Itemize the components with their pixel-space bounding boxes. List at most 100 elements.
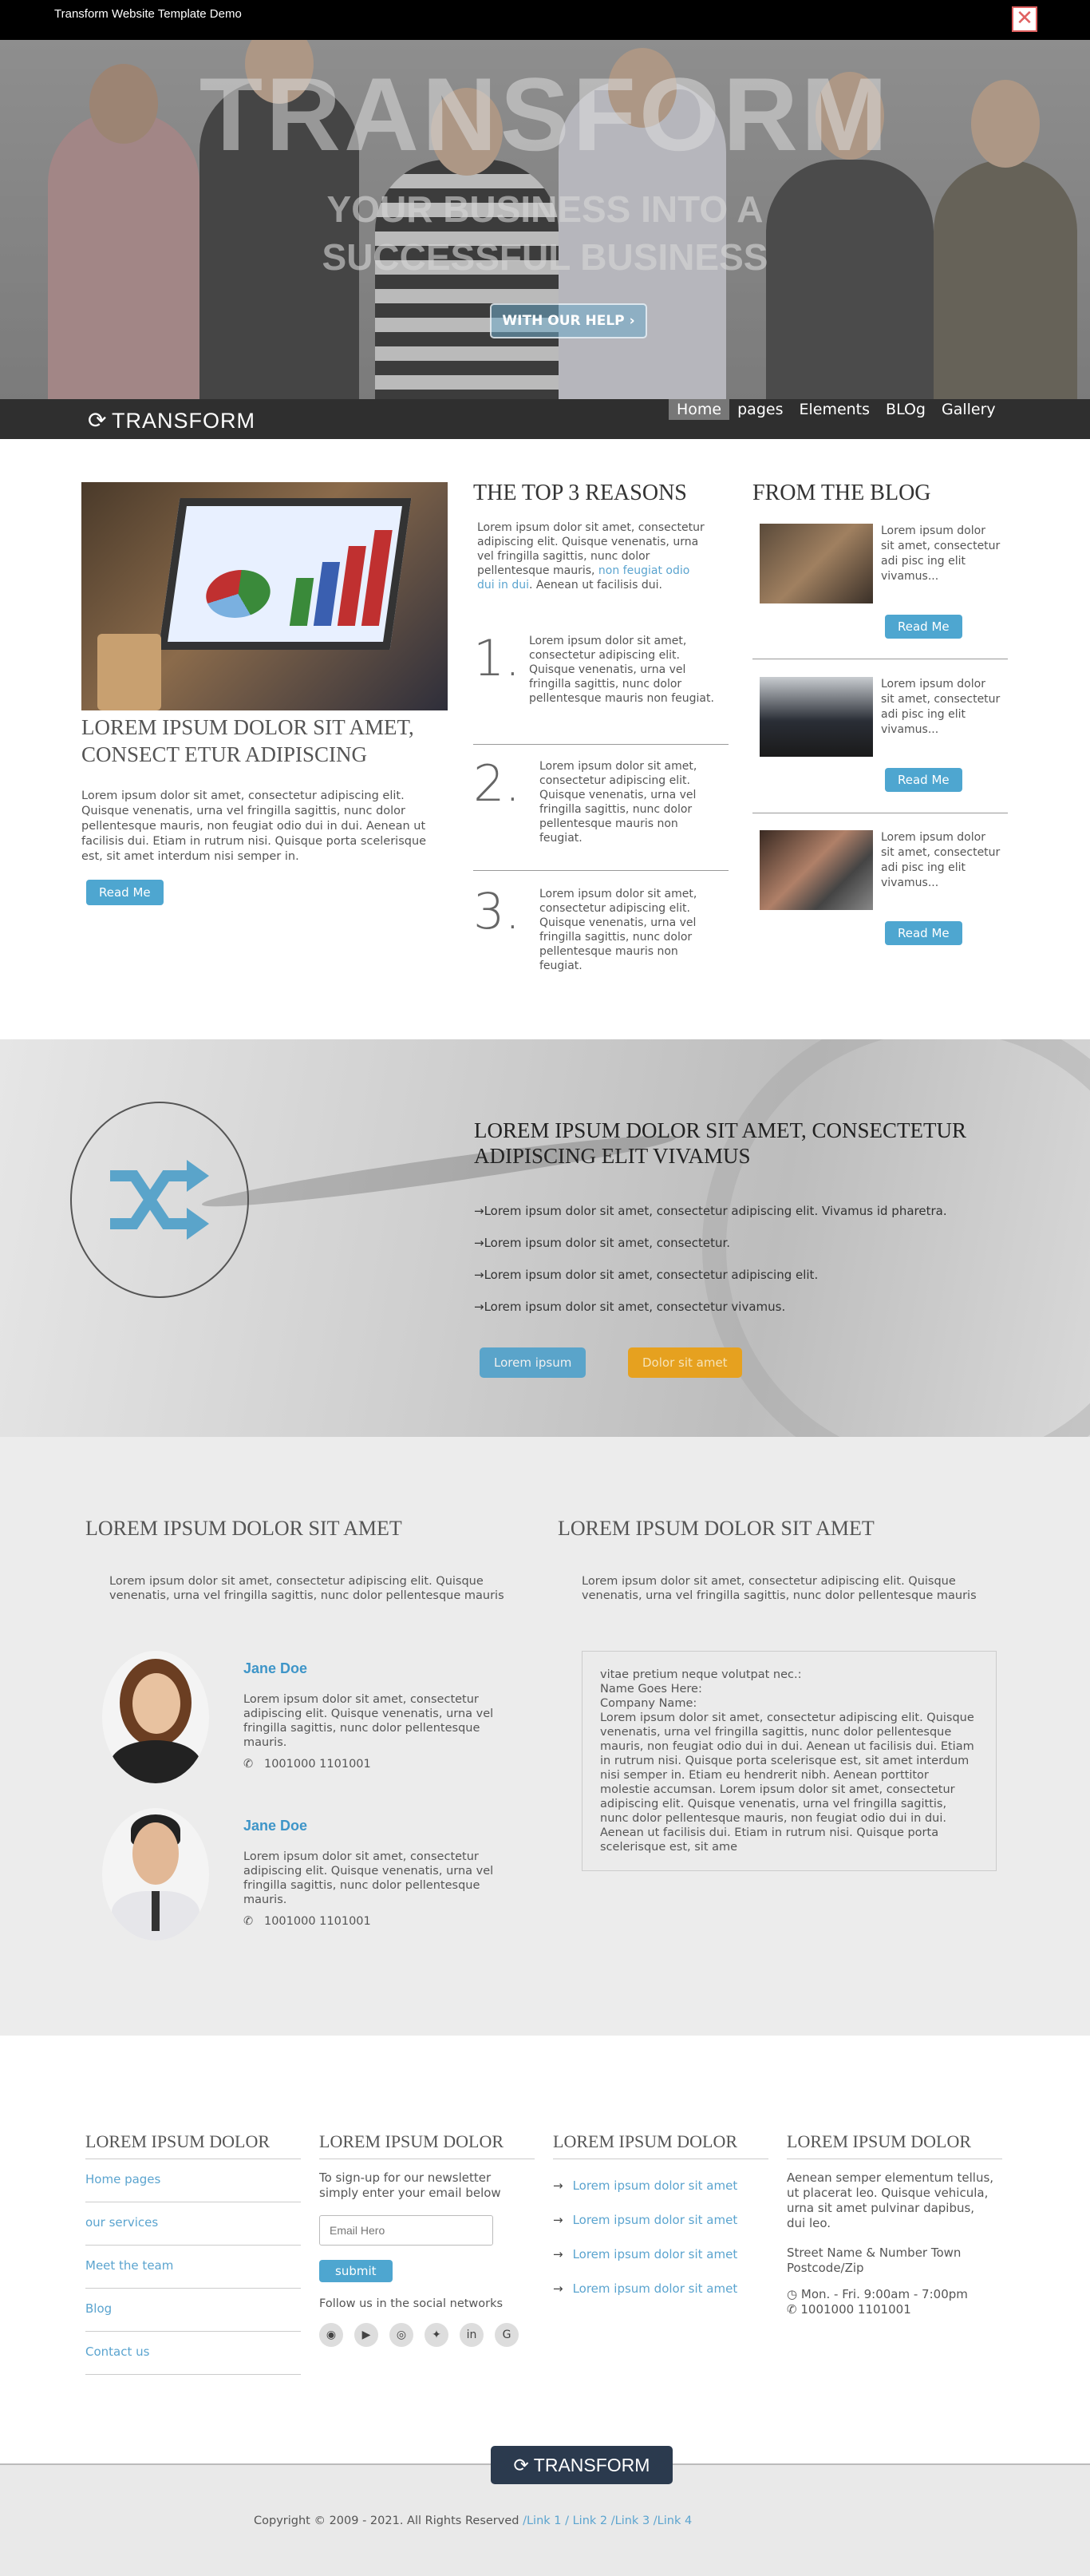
blog-post-text: Lorem ipsum dolor sit amet, consectetur … [881, 678, 1001, 736]
footer-arrow-link[interactable]: → Lorem ipsum dolor sit amet [553, 2247, 768, 2281]
banner-list: →Lorem ipsum dolor sit amet, consectetur… [474, 1204, 947, 1332]
instagram-icon[interactable]: ◎ [389, 2323, 413, 2347]
feature-image [81, 482, 448, 710]
reasons-title: THE TOP 3 REASONS [473, 481, 687, 505]
nav-item-gallery[interactable]: Gallery [934, 399, 1004, 420]
bottom-link-3[interactable]: /Link 3 [611, 2515, 650, 2527]
footer-logo[interactable]: ⟳ TRANSFORM [491, 2446, 673, 2484]
banner-list-item: →Lorem ipsum dolor sit amet, consectetur… [474, 1204, 947, 1218]
blog-thumbnail [760, 830, 873, 910]
footer-hours: ◷ Mon. - Fri. 9:00am - 7:00pm [787, 2287, 968, 2301]
feature-read-me-button[interactable]: Read Me [86, 880, 164, 905]
reason-item: 3. Lorem ipsum dolor sit amet, consectet… [473, 882, 729, 978]
bottom-link-2[interactable]: / Link 2 [565, 2515, 607, 2527]
blog-thumbnail [760, 677, 873, 757]
hero-cta-button[interactable]: WITH OUR HELP › [490, 303, 647, 338]
arrow-right-icon: → [553, 2213, 563, 2227]
reason-item: 1. Lorem ipsum dolor sit amet, consectet… [473, 629, 729, 725]
arrow-right-icon: → [474, 1268, 484, 1282]
testimonial-intro: Lorem ipsum dolor sit amet, consectetur … [582, 1575, 977, 1602]
footer-link-team[interactable]: Meet the team [85, 2246, 301, 2289]
blog-post-text: Lorem ipsum dolor sit amet, consectetur … [881, 831, 1001, 889]
blog-read-me-button[interactable]: Read Me [885, 615, 962, 639]
footer-column-contact: LOREM IPSUM DOLOR Aenean semper elementu… [787, 2131, 1002, 2317]
footer-arrow-link[interactable]: → Lorem ipsum dolor sit amet [553, 2213, 768, 2247]
nav-item-elements[interactable]: Elements [791, 399, 878, 420]
phone-icon: ✆ [243, 1915, 254, 1928]
hero-headline: TRANSFORM [199, 56, 891, 172]
blog-read-me-button[interactable]: Read Me [885, 921, 962, 945]
bottom-link-1[interactable]: /Link 1 [523, 2515, 561, 2527]
close-icon[interactable]: ✕ [1012, 6, 1037, 32]
footer-link-home[interactable]: Home pages [85, 2159, 301, 2202]
twitter-icon[interactable]: ✦ [425, 2323, 448, 2347]
divider [473, 870, 729, 871]
newsletter-text: To sign-up for our newsletter simply ent… [319, 2170, 501, 2200]
avatar [102, 1651, 209, 1783]
github-icon[interactable]: ◉ [319, 2323, 343, 2347]
banner-primary-button[interactable]: Lorem ipsum [480, 1347, 586, 1378]
banner-list-item: →Lorem ipsum dolor sit amet, consectetur… [474, 1236, 731, 1250]
arrow-right-icon: → [553, 2281, 563, 2296]
reasons-intro: Lorem ipsum dolor sit amet, consectetur … [477, 520, 710, 592]
member-name[interactable]: Jane Doe [243, 1818, 307, 1834]
footer-column-links: LOREM IPSUM DOLOR → Lorem ipsum dolor sit… [553, 2131, 768, 2316]
member-bio: Lorem ipsum dolor sit amet, consectetur … [243, 1850, 494, 1906]
nav-item-home[interactable]: Home [669, 399, 730, 420]
banner-secondary-button[interactable]: Dolor sit amet [628, 1347, 742, 1378]
nav-menu: Home pages Elements BLOg Gallery [669, 399, 1004, 420]
reason-text: Lorem ipsum dolor sit amet, consectetur … [539, 888, 697, 972]
linkedin-icon[interactable]: in [460, 2323, 484, 2347]
testimonial-title: LOREM IPSUM DOLOR SIT AMET [558, 1517, 875, 1540]
footer-phone: ✆ 1001000 1101001 [787, 2302, 911, 2317]
divider [473, 744, 729, 745]
phone-icon: ✆ [787, 2302, 797, 2317]
youtube-icon[interactable]: ▶ [354, 2323, 378, 2347]
blog-post-text: Lorem ipsum dolor sit amet, consectetur … [881, 524, 1001, 583]
email-field[interactable] [319, 2215, 493, 2246]
social-text: Follow us in the social networks [319, 2297, 504, 2310]
hero-subline-1: YOUR BUSINESS INTO A [326, 188, 764, 230]
hero-cta-label: WITH OUR HELP [502, 313, 625, 329]
footer-heading: LOREM IPSUM DOLOR [553, 2131, 768, 2159]
blog-thumbnail [760, 524, 873, 603]
blog-title: FROM THE BLOG [752, 481, 931, 505]
reason-text: Lorem ipsum dolor sit amet, consectetur … [539, 760, 697, 845]
reasons-intro-end: . Aenean ut facilisis dui. [528, 579, 662, 592]
footer-address: Street Name & Number Town [787, 2246, 962, 2260]
blog-read-me-button[interactable]: Read Me [885, 768, 962, 792]
member-phone: ✆ 1001000 1101001 [243, 1758, 371, 1771]
hero-subline-2: SUCCESSFUL BUSINESS [322, 236, 768, 278]
banner-list-item: →Lorem ipsum dolor sit amet, consectetur… [474, 1268, 819, 1282]
copyright: Copyright © 2009 - 2021. All Rights Rese… [254, 2515, 692, 2527]
footer-link-contact[interactable]: Contact us [85, 2332, 301, 2375]
avatar [102, 1808, 209, 1941]
member-name[interactable]: Jane Doe [243, 1660, 307, 1677]
demo-bar: Transform Website Template Demo ✕ [0, 0, 1090, 40]
google-icon[interactable]: G [495, 2323, 519, 2347]
footer-link-blog[interactable]: Blog [85, 2289, 301, 2332]
bottom-link-4[interactable]: /Link 4 [654, 2515, 692, 2527]
feature-banner: LOREM IPSUM DOLOR SIT AMET, CONSECTETUR … [0, 1039, 1090, 1437]
refresh-icon: ⟳ [513, 2455, 529, 2475]
refresh-icon: ⟳ [88, 408, 108, 433]
nav-item-pages[interactable]: pages [729, 399, 791, 420]
submit-button[interactable]: submit [319, 2260, 393, 2282]
testimonial-company: Company Name: [600, 1697, 697, 1710]
nav-logo[interactable]: ⟳ TRANSFORM [88, 407, 255, 433]
footer-link-services[interactable]: our services [85, 2202, 301, 2246]
hero-banner: TRANSFORM YOUR BUSINESS INTO A SUCCESSFU… [0, 40, 1090, 399]
reason-number: 2. [473, 754, 521, 813]
footer-column-newsletter: LOREM IPSUM DOLOR To sign-up for our new… [319, 2131, 535, 2347]
member-phone: ✆ 1001000 1101001 [243, 1915, 371, 1928]
demo-title: Transform Website Template Demo [54, 7, 242, 21]
arrow-right-icon: → [553, 2178, 563, 2193]
banner-list-item: →Lorem ipsum dolor sit amet, consectetur… [474, 1300, 786, 1314]
arrow-right-icon: → [474, 1300, 484, 1314]
nav-item-blog[interactable]: BLOg [878, 399, 934, 420]
testimonial-name: Name Goes Here: [600, 1683, 702, 1696]
shuffle-icon [110, 1160, 209, 1240]
feature-body: Lorem ipsum dolor sit amet, consectetur … [81, 789, 427, 863]
footer-arrow-link[interactable]: → Lorem ipsum dolor sit amet [553, 2178, 768, 2213]
footer-arrow-link[interactable]: → Lorem ipsum dolor sit amet [553, 2281, 768, 2316]
